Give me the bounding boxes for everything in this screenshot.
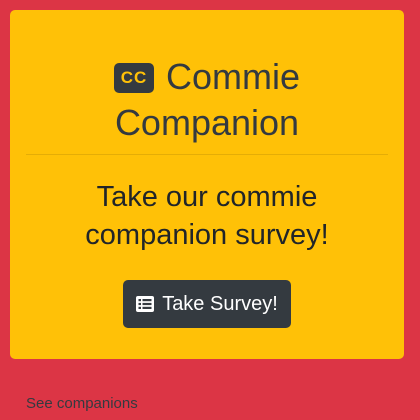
page-title: CC Commie Companion — [10, 54, 404, 146]
list-alt-icon — [136, 296, 155, 312]
subtitle-line-1: Take our commie — [96, 181, 318, 213]
take-survey-button[interactable]: Take Survey! — [123, 280, 291, 328]
title-word-1: Commie — [165, 56, 300, 97]
title-line-1: CC Commie — [10, 54, 404, 100]
subtitle-line-2: companion survey! — [85, 219, 329, 251]
hero-card: CC Commie Companion Take our commie comp… — [10, 10, 404, 359]
survey-subtitle: Take our commie companion survey! — [10, 178, 404, 254]
see-companions-link[interactable]: See companions — [26, 395, 138, 412]
cc-logo-icon: CC — [113, 63, 154, 93]
take-survey-label: Take Survey! — [162, 292, 278, 315]
divider — [26, 154, 388, 155]
title-line-2: Companion — [114, 102, 300, 143]
